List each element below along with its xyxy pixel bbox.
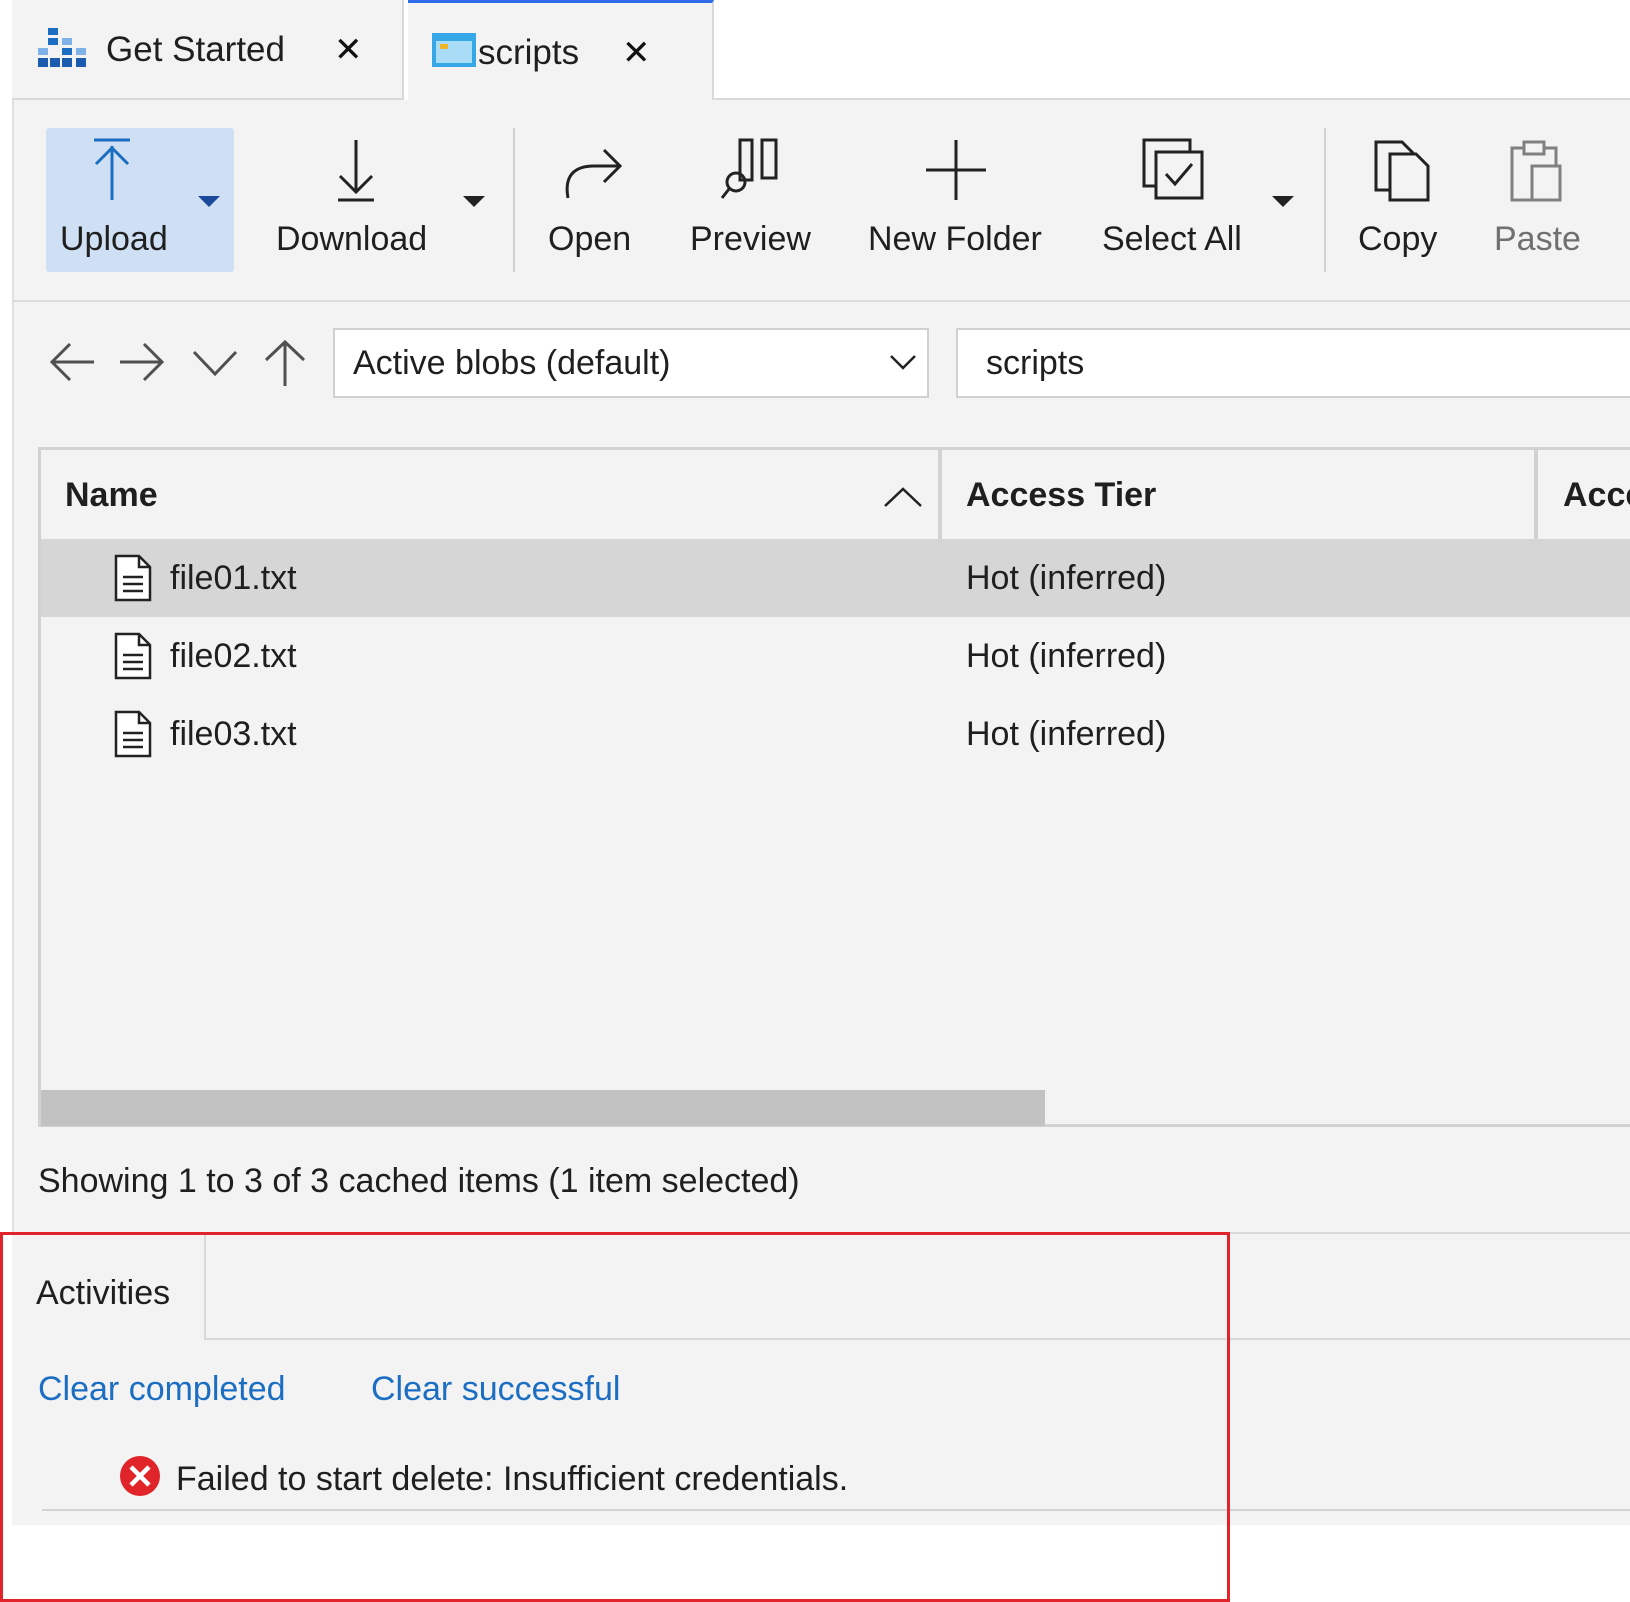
plus-icon (924, 138, 988, 207)
up-arrow-icon[interactable] (262, 338, 308, 393)
file-icon (113, 553, 153, 608)
column-header-name[interactable]: Name (65, 476, 158, 515)
download-dropdown-caret[interactable] (463, 196, 485, 207)
select-all-icon (1142, 138, 1208, 209)
select-all-button[interactable]: Select All (1102, 220, 1242, 259)
new-folder-button[interactable]: New Folder (868, 220, 1042, 259)
preview-icon (720, 136, 786, 207)
copy-button[interactable]: Copy (1358, 220, 1437, 259)
file-name: file03.txt (170, 715, 297, 753)
upload-icon (90, 136, 134, 209)
paste-icon (1508, 138, 1564, 209)
table-row[interactable]: file02.txt Hot (inferred) (41, 617, 1630, 695)
upload-label: Upload (60, 220, 168, 258)
paste-button[interactable]: Paste (1494, 220, 1581, 259)
file-icon (113, 631, 153, 686)
column-header-access-tier[interactable]: Access Tier (966, 476, 1156, 515)
tab-strip: Get Started ✕ scripts ✕ (0, 0, 1630, 100)
column-divider[interactable] (1534, 450, 1538, 542)
get-started-icon (36, 24, 92, 79)
toolbar-separator (513, 128, 515, 272)
table-header: Name Access Tier Acce (41, 450, 1630, 542)
open-icon (560, 140, 626, 209)
upload-dropdown-caret[interactable] (198, 196, 220, 207)
column-divider[interactable] (938, 450, 942, 542)
download-icon (334, 136, 378, 209)
path-value: scripts (986, 344, 1085, 382)
copy-icon (1372, 138, 1432, 209)
path-input[interactable]: scripts (956, 328, 1630, 398)
file-icon (113, 709, 153, 764)
toolbar-separator (1324, 128, 1326, 272)
close-icon[interactable]: ✕ (622, 33, 651, 73)
blob-filter-value: Active blobs (default) (353, 344, 671, 382)
sort-ascending-icon[interactable] (883, 486, 923, 515)
tab-scripts[interactable]: scripts ✕ (408, 0, 714, 100)
recent-chevron-down-icon[interactable] (190, 346, 240, 383)
column-header-access[interactable]: Acce (1563, 476, 1630, 515)
preview-button[interactable]: Preview (690, 220, 811, 259)
horizontal-scrollbar[interactable] (41, 1090, 1045, 1126)
chevron-down-icon (889, 352, 917, 377)
download-button[interactable]: Download (276, 220, 427, 259)
access-tier: Hot (inferred) (966, 559, 1167, 597)
select-all-dropdown-caret[interactable] (1272, 196, 1294, 207)
back-arrow-icon[interactable] (48, 340, 98, 389)
tab-label: scripts (478, 33, 580, 72)
file-name: file02.txt (170, 637, 297, 675)
close-icon[interactable]: ✕ (334, 30, 363, 70)
highlight-box (0, 1232, 1230, 1602)
file-table: Name Access Tier Acce file01.txt Hot (in… (38, 447, 1630, 1127)
file-name: file01.txt (170, 559, 297, 597)
status-text: Showing 1 to 3 of 3 cached items (1 item… (38, 1162, 800, 1200)
blob-filter-dropdown[interactable]: Active blobs (default) (333, 328, 929, 398)
access-tier: Hot (inferred) (966, 637, 1167, 675)
container-icon (430, 31, 480, 76)
forward-arrow-icon[interactable] (116, 340, 166, 389)
tab-label: Get Started (106, 30, 285, 69)
toolbar-divider (12, 300, 1630, 302)
table-row[interactable]: file01.txt Hot (inferred) (41, 539, 1630, 617)
table-row[interactable]: file03.txt Hot (inferred) (41, 695, 1630, 773)
access-tier: Hot (inferred) (966, 715, 1167, 753)
open-button[interactable]: Open (548, 220, 631, 259)
tab-get-started[interactable]: Get Started ✕ (12, 0, 404, 100)
